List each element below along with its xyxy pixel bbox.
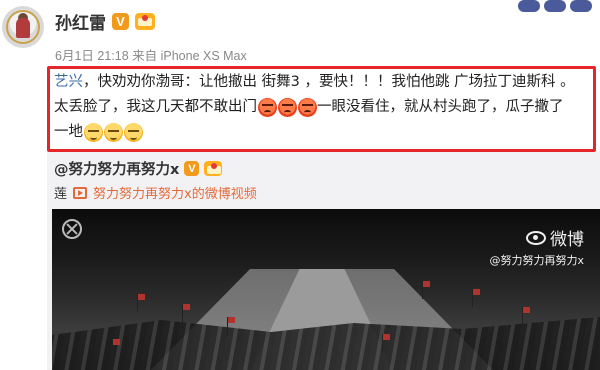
- repost-author-link[interactable]: @努力努力再努力x: [54, 158, 179, 179]
- username[interactable]: 孙红雷: [55, 9, 106, 34]
- post-text: 艺兴 ，快劝劝你渤哥：让他撤出 街舞3 ，要快！！！我怕他跳 广场拉丁迪斯科 。…: [54, 70, 592, 145]
- video-scene-flag: [382, 334, 390, 352]
- decoration-pill: [570, 0, 592, 12]
- eating-seeds-emoji-icon: [123, 123, 143, 142]
- post-line-text: 太丢脸了，我这几天都不敢出门: [54, 99, 257, 115]
- repost-text: 莲: [54, 187, 68, 202]
- decoration-pill: [544, 0, 566, 12]
- eating-seeds-emoji-icon: [103, 123, 123, 142]
- video-scene-flag: [137, 294, 145, 312]
- video-scene-flag: [112, 339, 120, 357]
- post-meta: 6月1日 21:18 来自 iPhone XS Max: [55, 49, 247, 63]
- top-right-decoration: [518, 0, 592, 12]
- angry-emoji-icon: [297, 98, 317, 117]
- decoration-pill: [518, 0, 540, 12]
- post-line: 太丢脸了，我这几天都不敢出门 一眼没看住，就从村头跑了，瓜子撒了: [54, 95, 592, 120]
- avatar[interactable]: [2, 6, 44, 48]
- post-line-text: 一地: [54, 124, 83, 140]
- post-line: 一地: [54, 120, 592, 145]
- mention-link[interactable]: 艺兴: [54, 70, 83, 95]
- video-scene-flag: [182, 304, 190, 322]
- watermark-title: 微博: [550, 230, 584, 250]
- weibo-logo-icon: [526, 230, 546, 245]
- video-player[interactable]: 微博 @努力努力再努力x: [52, 209, 600, 370]
- video-link[interactable]: 努力努力再努力x的微博视频: [93, 183, 257, 202]
- video-scene-flag: [472, 289, 480, 307]
- verified-icon: V: [112, 12, 129, 30]
- watermark-user: @努力努力再努力x: [489, 254, 584, 267]
- video-scene-flag: [522, 307, 530, 325]
- post-line-text: 一眼没看住，就从村头跑了，瓜子撒了: [317, 99, 564, 115]
- vip-crown-icon: [204, 161, 223, 176]
- angry-emoji-icon: [257, 98, 277, 117]
- repost-author-row: @努力努力再努力x V: [54, 158, 223, 179]
- vip-crown-icon: [135, 12, 155, 30]
- author-row: 孙红雷 V: [55, 9, 155, 34]
- post-line: 艺兴 ，快劝劝你渤哥：让他撤出 街舞3 ，要快！！！我怕他跳 广场拉丁迪斯科 。: [54, 70, 592, 95]
- video-watermark: 微博 @努力努力再努力x: [489, 225, 584, 268]
- verified-icon: V: [184, 161, 200, 176]
- video-play-icon: [73, 186, 88, 199]
- eating-seeds-emoji-icon: [83, 123, 103, 142]
- post-line-text: ，快劝劝你渤哥：让他撤出 街舞3 ，要快！！！我怕他跳 广场拉丁迪斯科 。: [83, 74, 575, 90]
- video-scene-flag: [422, 281, 430, 299]
- video-link-row: 莲 努力努力再努力x的微博视频: [54, 183, 257, 202]
- video-logo-icon: [62, 219, 82, 239]
- angry-emoji-icon: [277, 98, 297, 117]
- video-scene-flag: [227, 317, 235, 335]
- watermark-title-row: 微博: [489, 225, 584, 250]
- avatar-figure-body: [16, 18, 30, 38]
